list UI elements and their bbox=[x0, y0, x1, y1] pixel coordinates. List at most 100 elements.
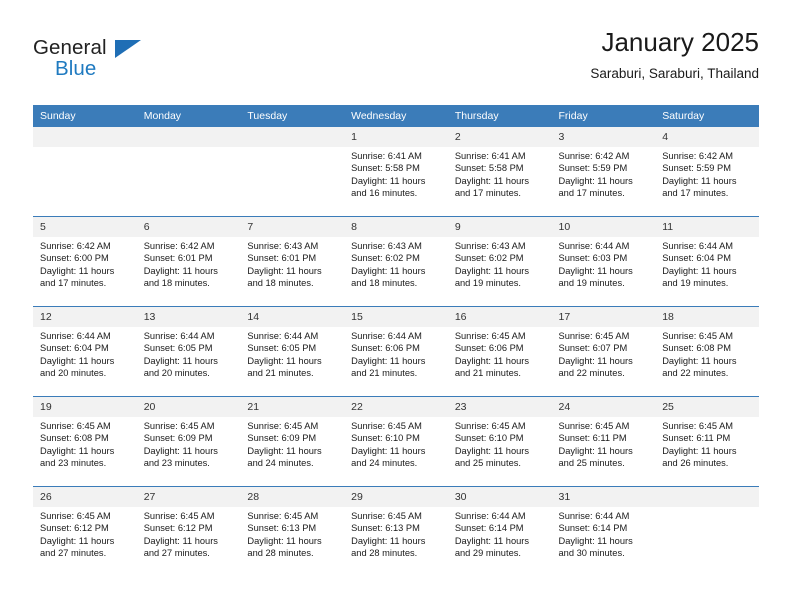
sunrise-text: Sunrise: 6:45 AM bbox=[454, 331, 526, 341]
calendar-day-cell[interactable]: 9 Sunrise: 6:43 AM Sunset: 6:02 PM Daylight… bbox=[447, 216, 552, 307]
sunrise-text: Sunrise: 6:45 AM bbox=[454, 421, 526, 431]
calendar-day-cell[interactable]: 18 Sunrise: 6:45 AM Sunset: 6:08 PM Dayligh… bbox=[655, 306, 759, 397]
location-subtitle: Saraburi, Saraburi, Thailand bbox=[590, 66, 759, 81]
sunset-text: Sunset: 6:12 PM bbox=[40, 523, 109, 534]
day-details: Sunrise: 6:44 AM Sunset: 6:03 PM Daylight:… bbox=[552, 237, 656, 290]
calendar-day-cell[interactable]: 8 Sunrise: 6:43 AM Sunset: 6:02 PM Daylight… bbox=[344, 216, 448, 307]
calendar-day-cell[interactable]: 3 Sunrise: 6:42 AM Sunset: 5:59 PM Daylight… bbox=[551, 127, 656, 217]
calendar-day-cell[interactable]: 12 Sunrise: 6:44 AM Sunset: 6:04 PM Dayligh… bbox=[33, 306, 137, 397]
weekday-header-tuesday: Tuesday bbox=[240, 105, 345, 127]
day-details: Sunrise: 6:41 AM Sunset: 5:58 PM Daylight:… bbox=[344, 147, 448, 200]
sunrise-text: Sunrise: 6:44 AM bbox=[558, 241, 630, 251]
daylight-text-line1: Daylight: 11 hours bbox=[454, 445, 530, 456]
daylight-text-line1: Daylight: 11 hours bbox=[247, 535, 322, 546]
weekday-header-sunday: Sunday bbox=[33, 105, 137, 127]
calendar-day-cell[interactable]: 20 Sunrise: 6:45 AM Sunset: 6:09 PM Dayligh… bbox=[136, 396, 241, 487]
calendar-day-cell[interactable]: 15 Sunrise: 6:44 AM Sunset: 6:06 PM Dayligh… bbox=[344, 306, 448, 397]
calendar-day-cell[interactable]: 4 Sunrise: 6:42 AM Sunset: 5:59 PM Daylight… bbox=[655, 127, 759, 217]
calendar-day-cell[interactable]: 16 Sunrise: 6:45 AM Sunset: 6:06 PM Dayligh… bbox=[447, 306, 552, 397]
title-block: January 2025 Saraburi, Saraburi, Thailan… bbox=[590, 26, 759, 84]
daylight-text-line2: and 22 minutes. bbox=[662, 368, 729, 379]
brand-logo[interactable]: General Blue bbox=[33, 36, 163, 84]
sunrise-text: Sunrise: 6:42 AM bbox=[143, 241, 215, 251]
day-details: Sunrise: 6:45 AM Sunset: 6:08 PM Daylight:… bbox=[33, 417, 137, 470]
daylight-text-line1: Daylight: 11 hours bbox=[454, 355, 530, 366]
calendar-day-cell[interactable]: 28 Sunrise: 6:45 AM Sunset: 6:13 PM Dayligh… bbox=[240, 486, 345, 576]
daylight-text-line2: and 26 minutes. bbox=[662, 458, 729, 469]
calendar-day-cell[interactable]: 19 Sunrise: 6:45 AM Sunset: 6:08 PM Dayligh… bbox=[33, 396, 137, 487]
daylight-text-line1: Daylight: 11 hours bbox=[143, 265, 218, 276]
calendar-cell-empty bbox=[240, 127, 345, 217]
day-details: Sunrise: 6:45 AM Sunset: 6:08 PM Daylight:… bbox=[655, 327, 759, 380]
day-number: 9 bbox=[447, 217, 552, 237]
daylight-text-line1: Daylight: 11 hours bbox=[40, 445, 115, 456]
daylight-text-line2: and 24 minutes. bbox=[351, 458, 418, 469]
daylight-text-line2: and 21 minutes. bbox=[454, 368, 521, 379]
day-number: 14 bbox=[240, 307, 345, 327]
day-number: 8 bbox=[344, 217, 448, 237]
day-details: Sunrise: 6:45 AM Sunset: 6:09 PM Daylight:… bbox=[137, 417, 241, 470]
sunrise-text: Sunrise: 6:44 AM bbox=[351, 331, 422, 341]
calendar-day-cell[interactable]: 10 Sunrise: 6:44 AM Sunset: 6:03 PM Dayligh… bbox=[551, 216, 656, 307]
calendar-day-cell[interactable]: 13 Sunrise: 6:44 AM Sunset: 6:05 PM Dayligh… bbox=[136, 306, 241, 397]
calendar-day-cell[interactable]: 11 Sunrise: 6:44 AM Sunset: 6:04 PM Dayligh… bbox=[655, 216, 759, 307]
sunset-text: Sunset: 6:10 PM bbox=[351, 433, 420, 444]
day-details: Sunrise: 6:45 AM Sunset: 6:07 PM Daylight:… bbox=[552, 327, 656, 380]
sunset-text: Sunset: 6:14 PM bbox=[454, 523, 524, 534]
day-details: Sunrise: 6:45 AM Sunset: 6:10 PM Daylight:… bbox=[344, 417, 448, 470]
sunset-text: Sunset: 6:05 PM bbox=[247, 343, 317, 354]
day-number: 15 bbox=[344, 307, 448, 327]
calendar-day-cell[interactable]: 21 Sunrise: 6:45 AM Sunset: 6:09 PM Dayligh… bbox=[240, 396, 345, 487]
sunrise-text: Sunrise: 6:45 AM bbox=[143, 421, 215, 431]
day-number: 5 bbox=[33, 217, 137, 237]
sunset-text: Sunset: 5:59 PM bbox=[558, 163, 628, 174]
daylight-text-line2: and 17 minutes. bbox=[40, 278, 107, 289]
daylight-text-line2: and 23 minutes. bbox=[143, 458, 210, 469]
calendar-day-cell[interactable]: 2 Sunrise: 6:41 AM Sunset: 5:58 PM Daylight… bbox=[447, 127, 552, 217]
calendar-day-cell[interactable]: 22 Sunrise: 6:45 AM Sunset: 6:10 PM Dayligh… bbox=[344, 396, 448, 487]
daylight-text-line2: and 17 minutes. bbox=[558, 188, 625, 199]
day-number: 16 bbox=[447, 307, 552, 327]
calendar-day-cell[interactable]: 1 Sunrise: 6:41 AM Sunset: 5:58 PM Daylight… bbox=[344, 127, 448, 217]
page-title: January 2025 bbox=[601, 27, 759, 57]
daylight-text-line2: and 20 minutes. bbox=[40, 368, 107, 379]
day-number: 21 bbox=[240, 397, 345, 417]
calendar-day-cell[interactable]: 25 Sunrise: 6:45 AM Sunset: 6:11 PM Dayligh… bbox=[655, 396, 759, 487]
weekday-header-saturday: Saturday bbox=[655, 105, 759, 127]
day-details: Sunrise: 6:42 AM Sunset: 6:01 PM Daylight:… bbox=[137, 237, 241, 290]
day-number: 18 bbox=[655, 307, 759, 327]
daylight-text-line2: and 16 minutes. bbox=[351, 188, 418, 199]
sunset-text: Sunset: 6:10 PM bbox=[454, 433, 524, 444]
sunrise-text: Sunrise: 6:44 AM bbox=[662, 241, 734, 251]
calendar-day-cell[interactable]: 23 Sunrise: 6:45 AM Sunset: 6:10 PM Dayligh… bbox=[447, 396, 552, 487]
daylight-text-line2: and 25 minutes. bbox=[558, 458, 625, 469]
sunset-text: Sunset: 6:02 PM bbox=[454, 253, 524, 264]
calendar-day-cell[interactable]: 17 Sunrise: 6:45 AM Sunset: 6:07 PM Dayligh… bbox=[551, 306, 656, 397]
day-number: 2 bbox=[447, 127, 552, 147]
sunset-text: Sunset: 6:02 PM bbox=[351, 253, 420, 264]
page-header: General Blue January 2025 Saraburi, Sara… bbox=[33, 26, 759, 98]
calendar-day-cell[interactable]: 31 Sunrise: 6:44 AM Sunset: 6:14 PM Dayligh… bbox=[551, 486, 656, 576]
calendar-day-cell[interactable]: 7 Sunrise: 6:43 AM Sunset: 6:01 PM Daylight… bbox=[240, 216, 345, 307]
sunset-text: Sunset: 5:59 PM bbox=[662, 163, 731, 174]
day-number: 17 bbox=[551, 307, 656, 327]
day-number: 19 bbox=[33, 397, 137, 417]
calendar-day-cell[interactable]: 14 Sunrise: 6:44 AM Sunset: 6:05 PM Dayligh… bbox=[240, 306, 345, 397]
daylight-text-line1: Daylight: 11 hours bbox=[454, 265, 530, 276]
day-number: 13 bbox=[136, 307, 241, 327]
sunrise-text: Sunrise: 6:45 AM bbox=[247, 421, 319, 431]
calendar-day-cell[interactable]: 27 Sunrise: 6:45 AM Sunset: 6:12 PM Dayligh… bbox=[136, 486, 241, 576]
daylight-text-line1: Daylight: 11 hours bbox=[558, 355, 633, 366]
daylight-text-line2: and 21 minutes. bbox=[247, 368, 314, 379]
calendar-day-cell[interactable]: 6 Sunrise: 6:42 AM Sunset: 6:01 PM Daylight… bbox=[136, 216, 241, 307]
triangle-logo-icon bbox=[115, 40, 141, 58]
calendar-day-cell[interactable]: 5 Sunrise: 6:42 AM Sunset: 6:00 PM Daylight… bbox=[33, 216, 137, 307]
daylight-text-line1: Daylight: 11 hours bbox=[558, 265, 633, 276]
calendar-day-cell[interactable]: 29 Sunrise: 6:45 AM Sunset: 6:13 PM Dayligh… bbox=[344, 486, 448, 576]
daylight-text-line1: Daylight: 11 hours bbox=[40, 355, 115, 366]
sunrise-text: Sunrise: 6:42 AM bbox=[558, 151, 630, 161]
calendar-day-cell[interactable]: 30 Sunrise: 6:44 AM Sunset: 6:14 PM Dayligh… bbox=[447, 486, 552, 576]
calendar-header-row: Sunday Monday Tuesday Wednesday Thursday… bbox=[33, 105, 759, 127]
calendar-day-cell[interactable]: 26 Sunrise: 6:45 AM Sunset: 6:12 PM Dayligh… bbox=[33, 486, 137, 576]
calendar-day-cell[interactable]: 24 Sunrise: 6:45 AM Sunset: 6:11 PM Dayligh… bbox=[551, 396, 656, 487]
